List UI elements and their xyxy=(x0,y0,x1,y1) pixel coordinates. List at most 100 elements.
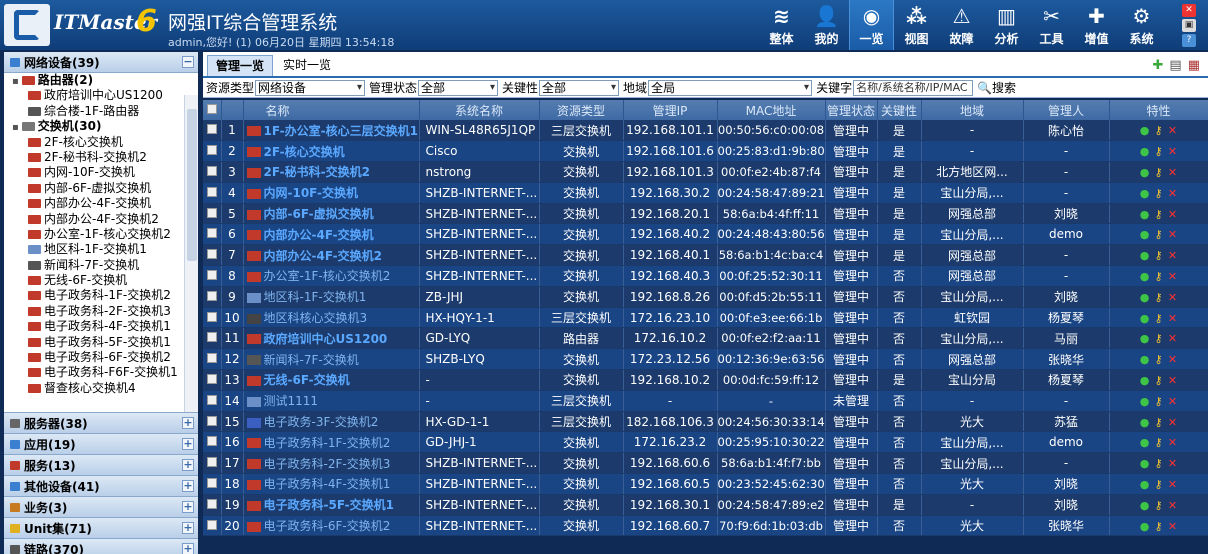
expand-icon[interactable]: + xyxy=(182,459,194,471)
key-icon[interactable]: ⚷ xyxy=(1152,249,1166,262)
delete-icon[interactable]: ✕ xyxy=(1166,395,1180,408)
table-row[interactable]: 15 电子政务-3F-交换机2 HX-GD-1-1 三层交换机 182.168.106.… xyxy=(203,411,1208,433)
row-checkbox[interactable] xyxy=(203,452,222,475)
row-checkbox[interactable] xyxy=(203,390,222,412)
nav-item-layers[interactable]: ≋ 整体 xyxy=(759,0,804,50)
device-name-link[interactable]: 电子政务科-4F-交换机1 xyxy=(243,473,420,495)
table-row[interactable]: 19 电子政务科-5F-交换机1 SHZB-INTERNET-... 交换机 192.1… xyxy=(203,494,1208,516)
tree-group[interactable]: ▪ 交换机(30) xyxy=(4,119,198,134)
row-checkbox[interactable] xyxy=(203,431,222,454)
expand-icon[interactable]: + xyxy=(182,438,194,450)
tree-item[interactable]: 电子政务科-6F-交换机2 xyxy=(4,350,198,365)
table-row[interactable]: 11 政府培训中心US1200 GD-LYQ 路由器 172.16.10.2 00:0f:… xyxy=(203,327,1208,350)
select-all-checkbox[interactable] xyxy=(203,100,222,120)
row-checkbox[interactable] xyxy=(203,203,222,225)
table-row[interactable]: 17 电子政务科-2F-交换机3 SHZB-INTERNET-... 交换机 192.1… xyxy=(203,452,1208,475)
device-name-link[interactable]: 电子政务科-2F-交换机3 xyxy=(243,452,420,475)
sidebar-category[interactable]: 其他设备(41) + xyxy=(4,476,198,497)
status-dot-icon[interactable]: ● xyxy=(1138,228,1152,241)
status-dot-icon[interactable]: ● xyxy=(1138,416,1152,429)
tree-item[interactable]: 无线-6F-交换机 xyxy=(4,273,198,288)
table-row[interactable]: 5 内部-6F-虚拟交换机 SHZB-INTERNET-... 交换机 192.168.… xyxy=(203,203,1208,225)
key-icon[interactable]: ⚷ xyxy=(1152,228,1166,241)
tree-item[interactable]: 内部-6F-虚拟交换机 xyxy=(4,181,198,196)
delete-icon[interactable]: ✕ xyxy=(1166,145,1180,158)
nav-item-warning[interactable]: ⚠ 故障 xyxy=(939,0,984,50)
device-name-link[interactable]: 1F-办公室-核心三层交换机1 xyxy=(243,120,420,142)
expand-icon[interactable]: + xyxy=(182,543,194,554)
key-select[interactable]: 全部 xyxy=(539,79,620,96)
close-icon[interactable]: ✕ xyxy=(1182,4,1196,17)
device-name-link[interactable]: 地区科核心交换机3 xyxy=(243,307,420,329)
table-row[interactable]: 10 地区科核心交换机3 HX-HQY-1-1 三层交换机 172.16.23.10 00… xyxy=(203,307,1208,329)
row-checkbox[interactable] xyxy=(203,223,222,246)
device-name-link[interactable]: 电子政务科-1F-交换机2 xyxy=(243,431,420,454)
key-icon[interactable]: ⚷ xyxy=(1152,291,1166,304)
tree-item[interactable]: 政府培训中心US1200 xyxy=(4,88,198,103)
table-row[interactable]: 2 2F-核心交换机 Cisco 交换机 192.168.101.6 00:25:83:d… xyxy=(203,140,1208,163)
device-name-link[interactable]: 无线-6F-交换机 xyxy=(243,369,420,391)
import-icon[interactable]: ▤ xyxy=(1169,58,1181,73)
delete-icon[interactable]: ✕ xyxy=(1166,436,1180,449)
tree-item[interactable]: 电子政务科-F6F-交换机1 xyxy=(4,365,198,380)
status-dot-icon[interactable]: ● xyxy=(1138,332,1152,345)
row-checkbox[interactable] xyxy=(203,182,222,204)
table-row[interactable]: 18 电子政务科-4F-交换机1 SHZB-INTERNET-... 交换机 192.1… xyxy=(203,473,1208,495)
tree-item[interactable]: 综合楼-1F-路由器 xyxy=(4,104,198,119)
collapse-icon[interactable]: − xyxy=(182,56,194,68)
tree-item[interactable]: 电子政务科-2F-交换机3 xyxy=(4,304,198,319)
delete-icon[interactable]: ✕ xyxy=(1166,332,1180,345)
row-checkbox[interactable] xyxy=(203,244,222,267)
expand-icon[interactable]: + xyxy=(182,417,194,429)
delete-icon[interactable]: ✕ xyxy=(1166,124,1180,137)
key-icon[interactable]: ⚷ xyxy=(1152,395,1166,408)
device-name-link[interactable]: 内部办公-4F-交换机 xyxy=(243,223,420,246)
expand-icon[interactable]: + xyxy=(182,522,194,534)
tree-item[interactable]: 电子政务科-5F-交换机1 xyxy=(4,335,198,350)
row-checkbox[interactable] xyxy=(203,411,222,433)
header-region[interactable]: 地域 xyxy=(921,100,1024,120)
tree-item[interactable]: 2F-秘书科-交换机2 xyxy=(4,150,198,165)
row-checkbox[interactable] xyxy=(203,161,222,183)
key-icon[interactable]: ⚷ xyxy=(1152,457,1166,470)
tree-item[interactable]: 督查核心交换机4 xyxy=(4,381,198,396)
tree-item[interactable]: 电子政务科-4F-交换机1 xyxy=(4,319,198,334)
table-row[interactable]: 4 内网-10F-交换机 SHZB-INTERNET-... 交换机 192.168.3… xyxy=(203,182,1208,204)
nav-item-topology[interactable]: ⁂ 视图 xyxy=(894,0,939,50)
status-dot-icon[interactable]: ● xyxy=(1138,353,1152,366)
table-row[interactable]: 8 办公室-1F-核心交换机2 SHZB-INTERNET-... 交换机 192.16… xyxy=(203,265,1208,287)
status-dot-icon[interactable]: ● xyxy=(1138,187,1152,200)
key-icon[interactable]: ⚷ xyxy=(1152,208,1166,221)
status-dot-icon[interactable]: ● xyxy=(1138,374,1152,387)
delete-icon[interactable]: ✕ xyxy=(1166,166,1180,179)
status-dot-icon[interactable]: ● xyxy=(1138,145,1152,158)
region-select[interactable]: 全局 xyxy=(648,79,813,96)
tree-item[interactable]: 2F-核心交换机 xyxy=(4,135,198,150)
table-row[interactable]: 7 内部办公-4F-交换机2 SHZB-INTERNET-... 交换机 192.168… xyxy=(203,244,1208,267)
key-icon[interactable]: ⚷ xyxy=(1152,436,1166,449)
header-key[interactable]: 关键性 xyxy=(877,100,922,120)
delete-icon[interactable]: ✕ xyxy=(1166,187,1180,200)
row-checkbox[interactable] xyxy=(203,494,222,516)
delete-icon[interactable]: ✕ xyxy=(1166,478,1180,491)
table-row[interactable]: 12 新闻科-7F-交换机 SHZB-LYQ 交换机 172.23.12.56 00:12… xyxy=(203,348,1208,371)
device-name-link[interactable]: 电子政务-3F-交换机2 xyxy=(243,411,420,433)
key-icon[interactable]: ⚷ xyxy=(1152,312,1166,325)
header-ip[interactable]: 管理IP xyxy=(623,100,718,120)
key-icon[interactable]: ⚷ xyxy=(1152,374,1166,387)
tree-item[interactable]: 办公室-1F-核心交换机2 xyxy=(4,227,198,242)
table-row[interactable]: 3 2F-秘书科-交换机2 nstrong 交换机 192.168.101.3 00:0f… xyxy=(203,161,1208,183)
header-name[interactable]: 名称 xyxy=(243,100,420,120)
tree-item[interactable]: 内网-10F-交换机 xyxy=(4,165,198,180)
status-dot-icon[interactable]: ● xyxy=(1138,270,1152,283)
row-checkbox[interactable] xyxy=(203,369,222,391)
delete-icon[interactable]: ✕ xyxy=(1166,249,1180,262)
delete-icon[interactable]: ✕ xyxy=(1166,312,1180,325)
status-dot-icon[interactable]: ● xyxy=(1138,291,1152,304)
tree-scrollbar[interactable] xyxy=(184,95,198,412)
keyword-input[interactable]: 名称/系统名称/IP/MAC xyxy=(853,79,974,96)
sidebar-category[interactable]: Unit集(71) + xyxy=(4,518,198,539)
header-status[interactable]: 管理状态 xyxy=(825,100,878,120)
delete-icon[interactable]: ✕ xyxy=(1166,520,1180,533)
nav-item-plus[interactable]: ✚ 增值 xyxy=(1074,0,1119,50)
